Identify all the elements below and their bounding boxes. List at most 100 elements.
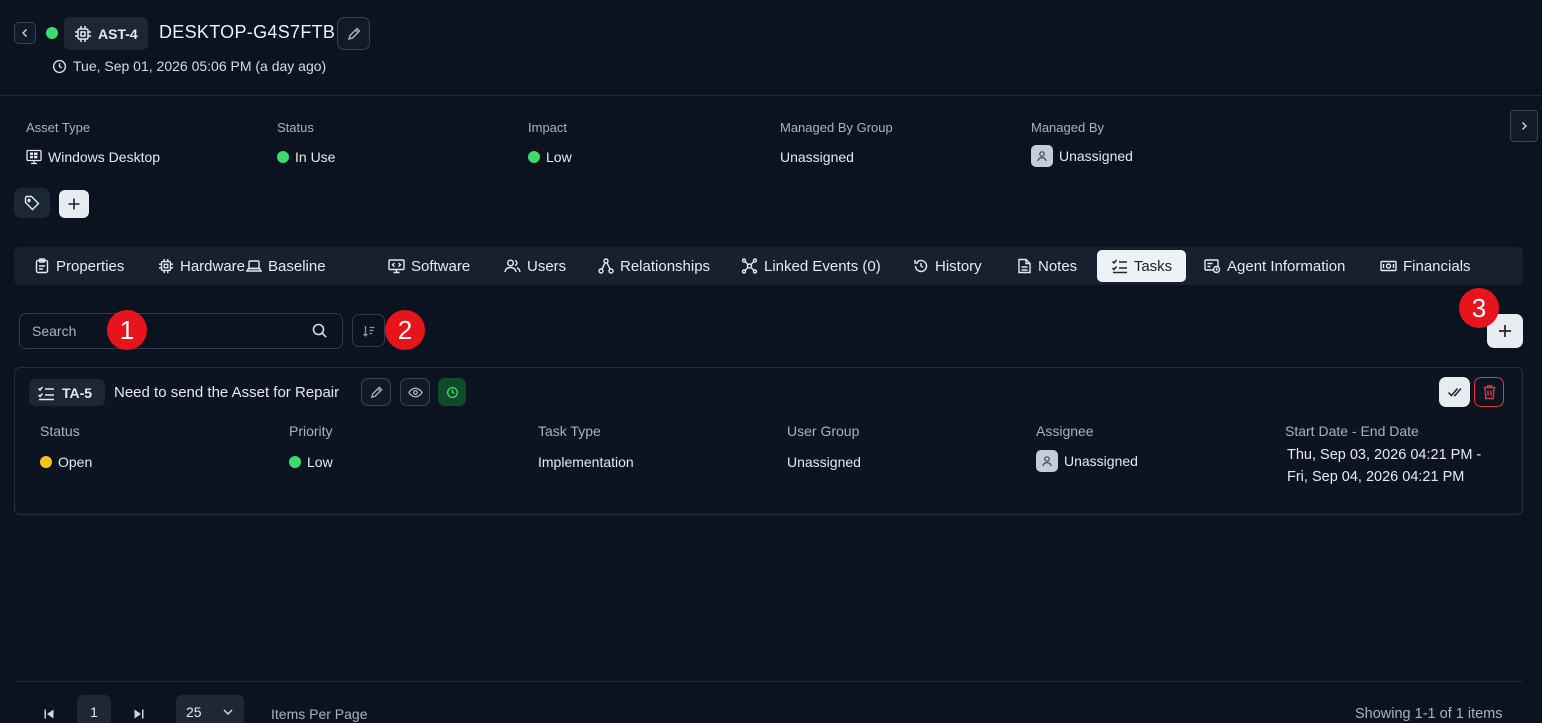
asset-id-badge: AST-4: [64, 17, 148, 50]
tag-icon: [24, 195, 40, 211]
chip-icon: [158, 258, 174, 274]
task-status-label: Status: [40, 423, 80, 439]
task-title[interactable]: Need to send the Asset for Repair: [114, 384, 339, 401]
task-priority-value-row: Low: [289, 454, 333, 470]
asset-type-value-row: Windows Desktop: [26, 149, 160, 165]
task-priority-field: Priority Low: [289, 423, 333, 470]
tab-history[interactable]: History: [905, 250, 990, 282]
task-id-badge[interactable]: TA-5: [29, 379, 105, 406]
tab-properties-label: Properties: [56, 257, 125, 275]
task-date-range-field: Start Date - End Date Thu, Sep 03, 2026 …: [1285, 423, 1481, 485]
tab-hardware-label: Hardware: [180, 257, 246, 275]
expand-panel-button[interactable]: [1510, 110, 1538, 142]
task-priority-label: Priority: [289, 423, 333, 439]
asset-id: AST-4: [98, 25, 138, 42]
delete-task-button[interactable]: [1474, 377, 1504, 407]
task-user-group-field: User Group Unassigned: [787, 423, 861, 470]
task-priority-dot: [289, 456, 301, 468]
online-status-dot: [46, 27, 58, 39]
task-status-value: Open: [58, 454, 93, 470]
last-page-icon: [133, 708, 145, 720]
tab-financials-label: Financials: [1403, 257, 1471, 275]
money-icon: [1380, 258, 1397, 274]
agent-icon: [1204, 258, 1221, 274]
task-status-field: Status Open: [40, 423, 92, 470]
managed-by-label: Managed By: [1031, 120, 1104, 135]
task-end-date: Fri, Sep 04, 2026 04:21 PM: [1287, 469, 1465, 485]
asset-name: DESKTOP-G4S7FTB: [159, 22, 336, 42]
managed-by-value: Unassigned: [1059, 148, 1133, 164]
task-id: TA-5: [62, 384, 93, 401]
impact-value: Low: [546, 149, 572, 165]
tab-software[interactable]: Software: [380, 250, 478, 282]
view-task-button[interactable]: [400, 378, 430, 406]
task-assignee-label: Assignee: [1036, 423, 1094, 439]
tab-users[interactable]: Users: [496, 250, 574, 282]
note-icon: [1017, 258, 1032, 274]
tab-notes[interactable]: Notes: [1009, 250, 1085, 282]
asset-type-field: Asset Type Windows Desktop: [26, 120, 160, 165]
clipboard-icon: [34, 258, 50, 274]
task-status-value-row: Open: [40, 454, 92, 470]
tab-history-label: History: [935, 257, 982, 275]
impact-field: Impact Low: [528, 120, 572, 165]
laptop-icon: [246, 258, 262, 274]
chip-icon: [74, 25, 92, 43]
current-page-button[interactable]: 1: [77, 695, 111, 723]
status-value-row: In Use: [277, 149, 335, 165]
tab-financials[interactable]: Financials: [1372, 250, 1479, 282]
back-button[interactable]: [14, 22, 36, 44]
task-assignee-value: Unassigned: [1064, 453, 1138, 469]
add-tag-button[interactable]: [59, 190, 89, 218]
tab-linked-events[interactable]: Linked Events (0): [733, 250, 889, 282]
chevron-down-icon: [222, 706, 234, 718]
task-user-group-value: Unassigned: [787, 454, 861, 470]
tab-tasks[interactable]: Tasks: [1097, 250, 1186, 282]
managed-by-group-field: Managed By Group Unassigned: [780, 120, 893, 165]
chevron-right-icon: [1519, 121, 1529, 131]
eye-icon: [407, 385, 423, 400]
task-status-dot: [40, 456, 52, 468]
task-timer-button[interactable]: [438, 378, 466, 406]
windows-desktop-icon: [26, 149, 42, 165]
managed-by-field: Managed By Unassigned: [1031, 120, 1133, 167]
edit-name-button[interactable]: [337, 17, 370, 50]
pencil-icon: [346, 26, 362, 42]
task-user-group-label: User Group: [787, 423, 860, 439]
tags-button[interactable]: [14, 188, 50, 218]
impact-value-row: Low: [528, 149, 572, 165]
first-page-button[interactable]: [32, 697, 66, 723]
status-field: Status In Use: [277, 120, 335, 165]
tab-baseline[interactable]: Baseline: [238, 250, 334, 282]
search-icon[interactable]: [311, 322, 328, 339]
tab-properties[interactable]: Properties: [26, 250, 132, 282]
managed-by-group-label: Managed By Group: [780, 120, 893, 135]
task-assignee-value-row: Unassigned: [1036, 450, 1138, 472]
items-per-page-select[interactable]: 25: [176, 695, 244, 723]
double-check-icon: [1447, 385, 1463, 399]
tab-relationships[interactable]: Relationships: [590, 250, 718, 282]
user-avatar-icon: [1036, 450, 1058, 472]
clock-icon: [52, 59, 67, 74]
trash-icon: [1482, 384, 1497, 400]
complete-task-button[interactable]: [1439, 377, 1470, 407]
task-assignee-field: Assignee Unassigned: [1036, 423, 1138, 472]
tab-linked-events-label: Linked Events (0): [764, 257, 881, 275]
task-start-date: Thu, Sep 03, 2026 04:21 PM -: [1287, 447, 1482, 463]
monitor-code-icon: [388, 258, 405, 274]
search-input[interactable]: [19, 313, 343, 349]
asset-type-value: Windows Desktop: [48, 149, 161, 165]
impact-dot: [528, 151, 540, 163]
sort-button[interactable]: [352, 314, 385, 347]
footer-divider: [14, 681, 1523, 682]
task-date-range-label: Start Date - End Date: [1285, 423, 1419, 439]
tab-agent-information[interactable]: Agent Information: [1196, 250, 1353, 282]
tasks-icon: [37, 385, 56, 401]
pencil-icon: [369, 385, 384, 400]
last-page-button[interactable]: [122, 697, 156, 723]
task-type-label: Task Type: [538, 423, 601, 439]
edit-task-button[interactable]: [361, 378, 391, 406]
task-type-field: Task Type Implementation: [538, 423, 634, 470]
header-divider: [0, 95, 1542, 96]
chevron-left-icon: [20, 28, 30, 38]
